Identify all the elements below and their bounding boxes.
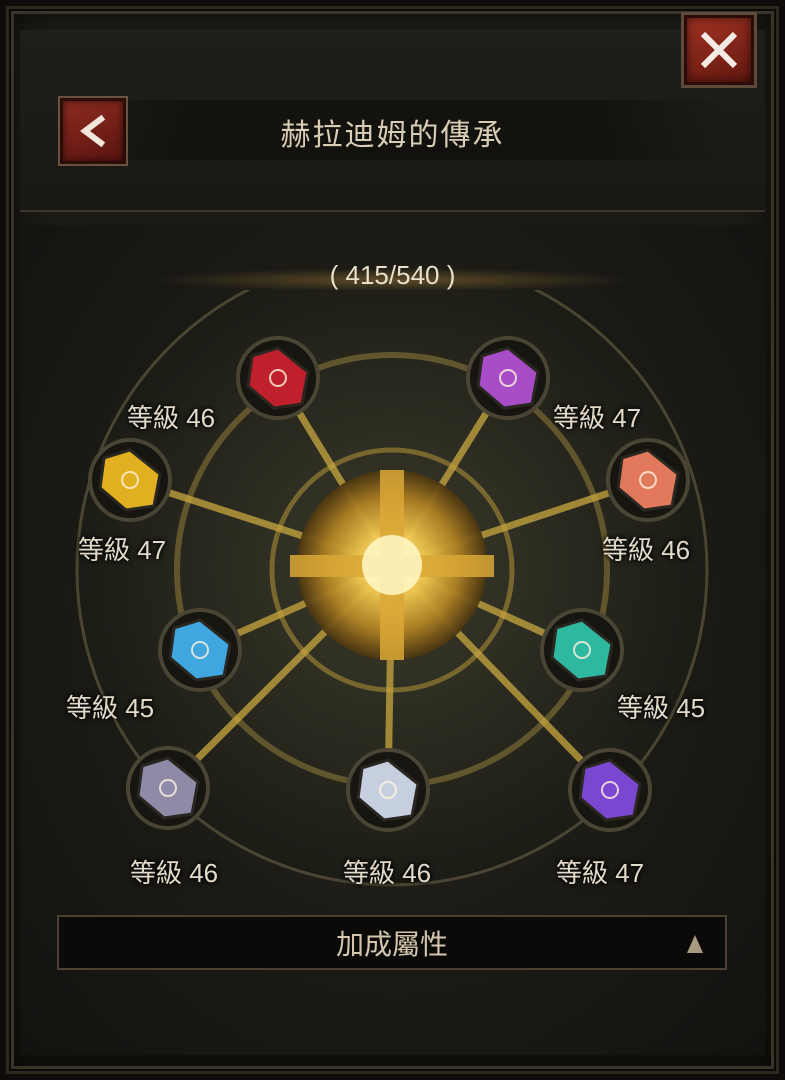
- bonus-attributes-label: 加成屬性: [335, 927, 448, 961]
- close-button[interactable]: [684, 15, 754, 85]
- gem-level-label-yellow: 等級 47: [78, 535, 167, 565]
- triangle-up-icon: [687, 935, 703, 953]
- gem-level-label-red: 等級 46: [127, 403, 216, 433]
- gem-level-label-white: 等級 46: [343, 858, 432, 888]
- gem-level-label-teal: 等級 45: [617, 693, 706, 723]
- gem-node-purple[interactable]: [466, 336, 550, 420]
- back-button[interactable]: [60, 98, 126, 164]
- gem-node-yellow[interactable]: [88, 438, 172, 522]
- bonus-attributes-bar[interactable]: 加成屬性: [57, 915, 727, 970]
- gem-node-gray[interactable]: [126, 746, 210, 830]
- gem-node-white[interactable]: [346, 748, 430, 832]
- gem-level-label-orange: 等級 46: [602, 535, 691, 565]
- gem-level-label-purple: 等級 47: [553, 403, 642, 433]
- gem-level-label-violet: 等級 47: [556, 858, 645, 888]
- close-x-icon: [700, 31, 738, 69]
- gem-level-label-blue: 等級 45: [66, 693, 155, 723]
- gem-node-red[interactable]: [236, 336, 320, 420]
- gem-node-violet[interactable]: [568, 748, 652, 832]
- chevron-left-icon: [80, 114, 106, 148]
- gem-level-label-gray: 等級 46: [130, 858, 219, 888]
- gem-node-orange[interactable]: [606, 438, 690, 522]
- gem-node-teal[interactable]: [540, 608, 624, 692]
- gem-board: [75, 290, 709, 887]
- progress-counter: ( 415/540 ): [329, 260, 456, 290]
- core-center: [362, 535, 422, 595]
- gem-node-blue[interactable]: [158, 608, 242, 692]
